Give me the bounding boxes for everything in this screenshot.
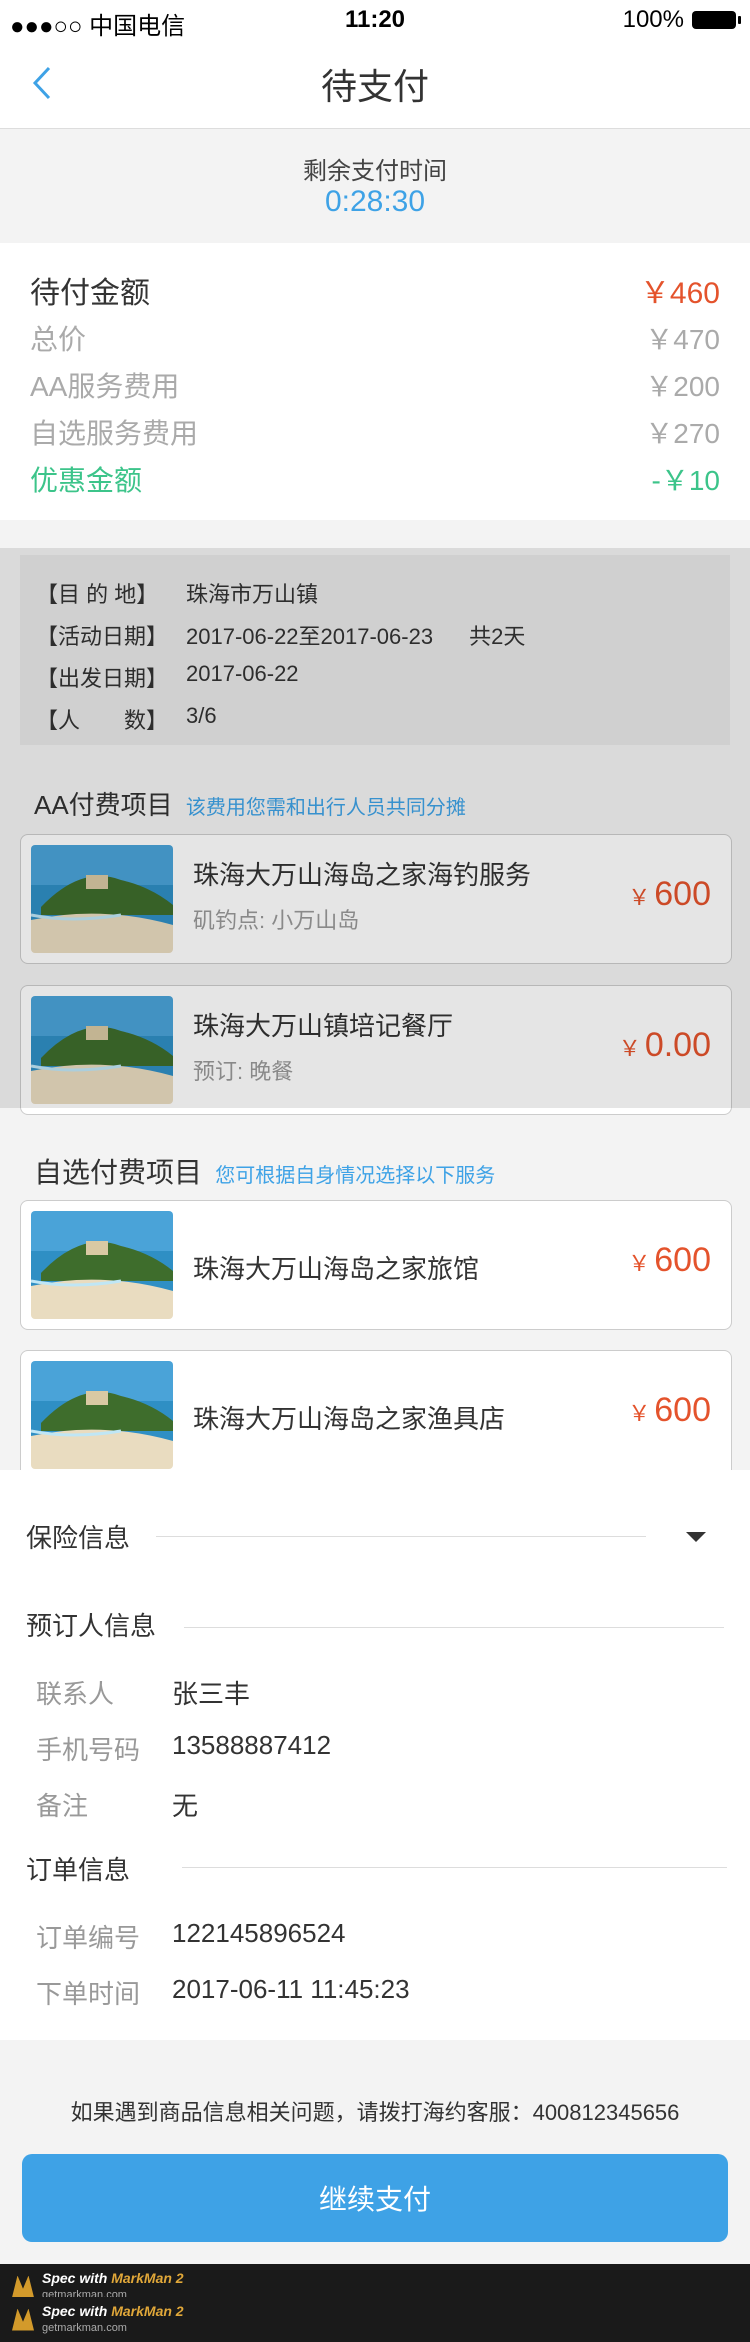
- markman-logo-icon: [12, 2275, 34, 2298]
- countdown-timer: 0:28:30: [324, 185, 426, 218]
- markman-watermark: Spec with MarkMan 2 getmarkman.com: [0, 2297, 750, 2342]
- island-thumbnail: [31, 1211, 173, 1319]
- page-title: 待支付: [320, 66, 429, 107]
- discount-value: -￥10: [651, 465, 720, 496]
- aa-fee-value: ￥200: [645, 371, 720, 402]
- total-label: 总价: [30, 324, 87, 355]
- amount-summary: 待付金额 ￥460 总价 ￥470 AA服务费用 ￥200 自选服务费用 ￥27…: [0, 243, 750, 520]
- status-bar: ●●●○○ 中国电信 11:20 100%: [0, 0, 750, 40]
- divider: [182, 1867, 727, 1868]
- optional-item-name: 珠海大万山海岛之家旅馆: [193, 1254, 480, 1284]
- discount-row: 优惠金额 -￥10: [30, 459, 720, 499]
- optional-item-name: 珠海大万山海岛之家渔具店: [193, 1404, 506, 1434]
- countdown-label: 剩余支付时间: [303, 158, 447, 185]
- insurance-title: 保险信息: [26, 1523, 131, 1553]
- total-row: 总价 ￥470: [30, 318, 720, 358]
- optional-item-price: ￥ 600: [628, 1241, 711, 1279]
- divider: [156, 1536, 646, 1537]
- nav-bar: 待支付: [0, 40, 750, 129]
- optional-fee-label: 自选服务费用: [30, 418, 199, 449]
- amount-due-label: 待付金额: [30, 277, 150, 310]
- note-value: 无: [172, 1791, 199, 1821]
- optional-fee-row: 自选服务费用 ￥270: [30, 412, 720, 452]
- customer-service-note: 如果遇到商品信息相关问题，请拨打海约客服：400812345656: [70, 2100, 680, 2125]
- order-number-value: 122145896524: [172, 1918, 346, 1948]
- dim-overlay: [0, 548, 750, 1108]
- phone-label: 手机号码: [36, 1735, 141, 1765]
- chevron-down-icon[interactable]: [686, 1532, 706, 1542]
- phone-value: 13588887412: [172, 1730, 332, 1760]
- aa-fee-row: AA服务费用 ￥200: [30, 365, 720, 405]
- order-time-value: 2017-06-11 11:45:23: [172, 1974, 410, 2004]
- discount-label: 优惠金额: [30, 465, 143, 496]
- contact-value: 张三丰: [172, 1679, 251, 1709]
- payment-countdown: 剩余支付时间 0:28:30: [0, 129, 750, 243]
- battery-percent: 100%: [622, 6, 684, 33]
- aa-fee-label: AA服务费用: [30, 371, 180, 402]
- battery-icon: [692, 11, 741, 29]
- booker-title: 预订人信息: [26, 1611, 157, 1641]
- markman-logo-icon: [12, 2308, 34, 2331]
- optional-item-card[interactable]: 珠海大万山海岛之家旅馆 ￥ 600: [20, 1200, 732, 1330]
- continue-pay-button[interactable]: 继续支付: [22, 2154, 728, 2242]
- order-time-label: 下单时间: [36, 1979, 141, 2009]
- order-number-label: 订单编号: [36, 1923, 141, 1953]
- battery-indicator: 100%: [622, 6, 741, 34]
- optional-fee-value: ￥270: [645, 418, 720, 449]
- note-label: 备注: [36, 1791, 89, 1821]
- order-title: 订单信息: [26, 1855, 131, 1885]
- total-value: ￥470: [645, 324, 720, 355]
- contact-label: 联系人: [36, 1679, 115, 1709]
- optional-section-hint: 您可根据自身情况选择以下服务: [215, 1165, 496, 1187]
- info-panel: 保险信息 预订人信息 联系人 张三丰 手机号码 13588887412 备注 无…: [0, 1470, 750, 2040]
- optional-section-header: 自选付费项目 您可根据自身情况选择以下服务: [34, 1151, 495, 1191]
- divider: [184, 1627, 724, 1628]
- optional-item-card[interactable]: 珠海大万山海岛之家渔具店 ￥ 600: [20, 1350, 732, 1480]
- island-thumbnail: [31, 1361, 173, 1469]
- amount-due-row: 待付金额 ￥460: [30, 268, 720, 312]
- optional-section-title: 自选付费项目: [34, 1157, 203, 1188]
- amount-due-value: ￥460: [639, 277, 720, 310]
- optional-item-price: ￥ 600: [628, 1391, 711, 1429]
